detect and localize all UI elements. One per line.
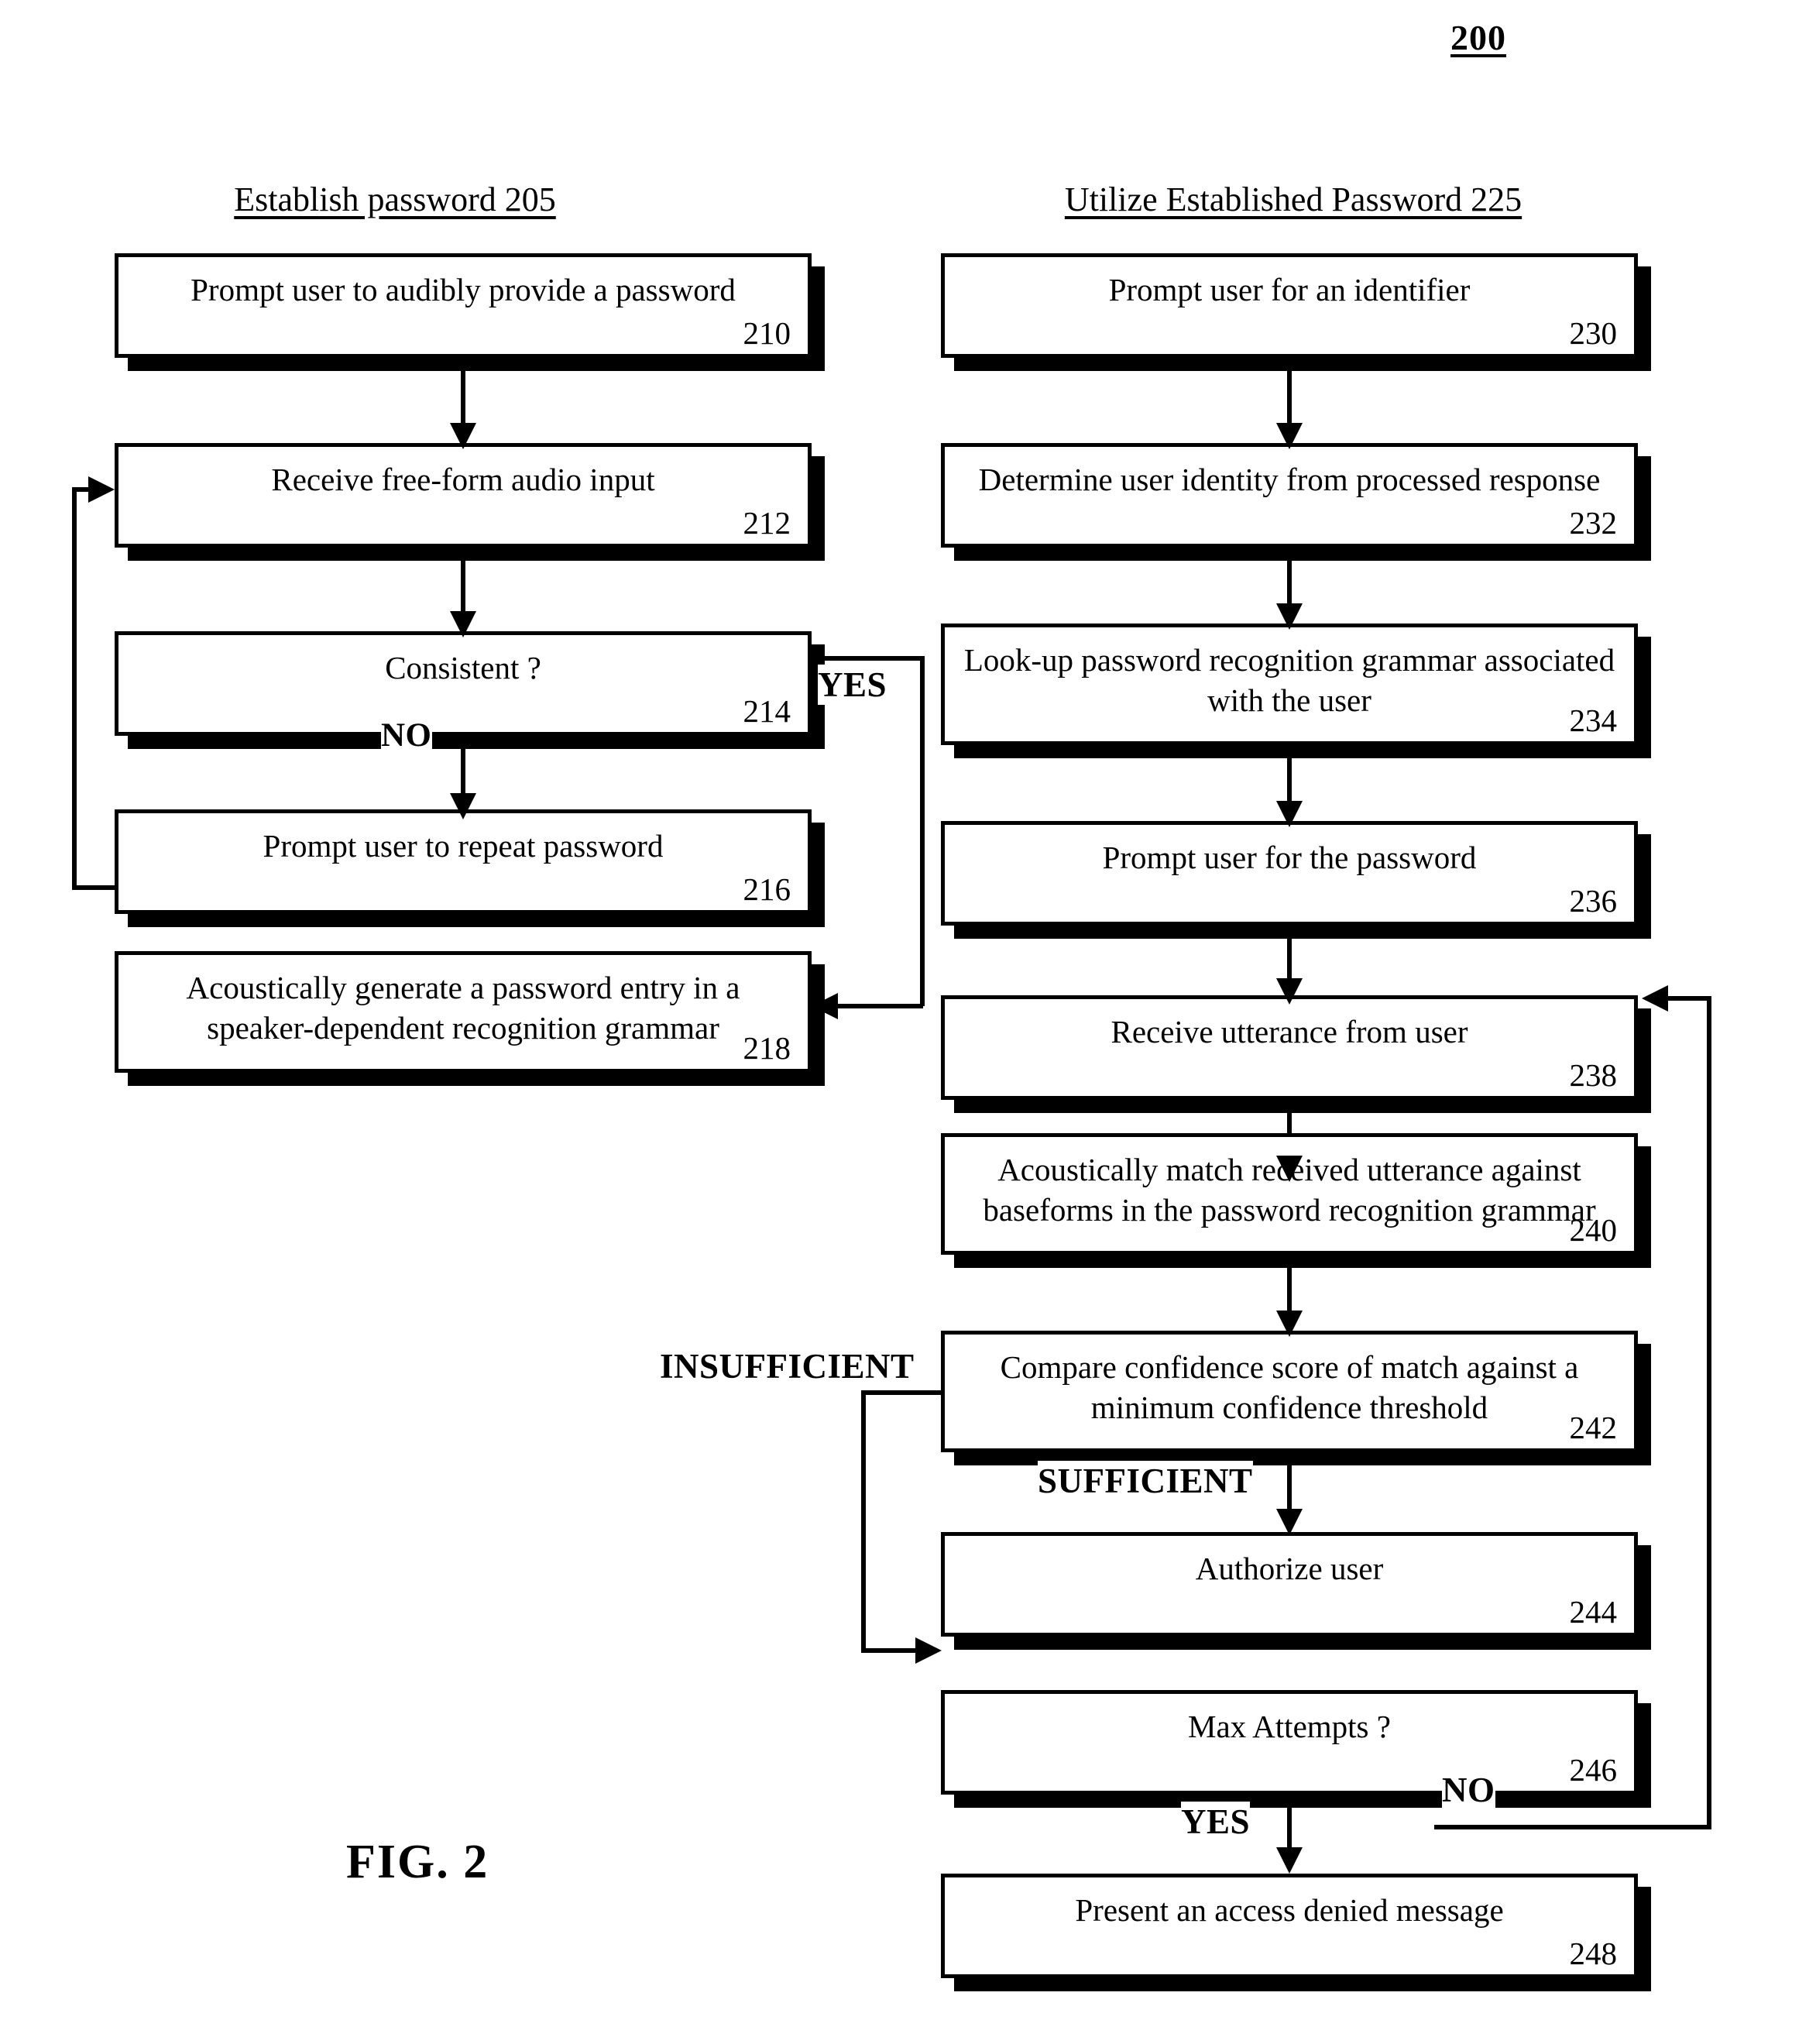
process-node-238: Receive utterance from user 238 (941, 995, 1638, 1100)
connector-242-insufficient-horizontal-bottom (861, 1648, 917, 1653)
connector-216-loop-vertical (72, 487, 77, 890)
node-214-label: Consistent ? (385, 650, 541, 685)
connector-246-no-horizontal-top (1667, 996, 1710, 1001)
process-node-244: Authorize user 244 (941, 1532, 1638, 1637)
branch-label-max-attempts-yes: YES (1181, 1802, 1251, 1842)
connector-212-to-214 (461, 561, 465, 617)
connector-242-insufficient-horizontal-top (861, 1390, 945, 1395)
arrowhead-234-to-236 (1276, 801, 1303, 827)
connector-234-to-236 (1287, 758, 1292, 806)
connector-210-to-212 (461, 371, 465, 428)
node-242-ref: 242 (1569, 1410, 1618, 1445)
node-242-label: Compare confidence score of match agains… (1000, 1349, 1579, 1426)
connector-246-to-248 (1287, 1808, 1292, 1853)
process-node-216: Prompt user to repeat password 216 (115, 809, 812, 914)
connector-214-yes-vertical (920, 656, 925, 1006)
column-title-utilize-established-password: Utilize Established Password 225 (1064, 180, 1522, 218)
arrowhead-230-to-232 (1276, 423, 1303, 449)
decision-node-242: Compare confidence score of match agains… (941, 1331, 1638, 1452)
node-212-label: Receive free-form audio input (271, 462, 655, 497)
node-218-ref: 218 (743, 1030, 791, 1066)
connector-242-to-244 (1287, 1465, 1292, 1515)
node-210-label: Prompt user to audibly provide a passwor… (191, 272, 736, 307)
column-title-establish-password: Establish password 205 (234, 180, 556, 218)
connector-216-loop-bottom (72, 885, 118, 890)
figure-reference-number: 200 (1450, 18, 1506, 57)
node-236-label: Prompt user for the password (1102, 840, 1477, 875)
process-node-234: Look-up password recognition grammar ass… (941, 624, 1638, 745)
node-246-label: Max Attempts ? (1188, 1709, 1391, 1744)
connector-246-no-horizontal-bottom (1434, 1825, 1711, 1829)
arrowhead-214-to-216 (450, 793, 476, 819)
node-216-label: Prompt user to repeat password (263, 828, 664, 864)
process-node-210: Prompt user to audibly provide a passwor… (115, 253, 812, 358)
node-234-label: Look-up password recognition grammar ass… (963, 642, 1615, 719)
arrowhead-238-to-240 (1276, 1156, 1303, 1182)
process-node-230: Prompt user for an identifier 230 (941, 253, 1638, 358)
arrowhead-212-to-214 (450, 611, 476, 637)
connector-214-yes-horizontal-top (812, 656, 925, 661)
arrowhead-236-to-238 (1276, 978, 1303, 1005)
branch-label-confidence-insufficient: INSUFFICIENT (660, 1346, 915, 1386)
node-246-ref: 246 (1569, 1752, 1618, 1788)
node-244-label: Authorize user (1195, 1551, 1384, 1586)
node-214-ref: 214 (743, 693, 791, 729)
node-212-ref: 212 (743, 505, 791, 541)
arrowhead-no-into-238 (1642, 985, 1668, 1012)
connector-214-to-216 (461, 749, 465, 797)
process-node-232: Determine user identity from processed r… (941, 443, 1638, 548)
branch-label-consistent-yes: YES (818, 665, 887, 705)
process-node-240: Acoustically match received utterance ag… (941, 1133, 1638, 1255)
node-238-ref: 238 (1569, 1057, 1618, 1093)
node-236-ref: 236 (1569, 883, 1618, 919)
connector-242-insufficient-vertical (861, 1390, 866, 1652)
connector-240-to-242 (1287, 1268, 1292, 1316)
node-232-label: Determine user identity from processed r… (978, 462, 1601, 497)
node-234-ref: 234 (1569, 703, 1618, 738)
process-node-212: Receive free-form audio input 212 (115, 443, 812, 548)
connector-216-loop-top (72, 487, 89, 492)
branch-label-confidence-sufficient: SUFFICIENT (1038, 1461, 1253, 1501)
node-210-ref: 210 (743, 315, 791, 351)
node-240-ref: 240 (1569, 1212, 1618, 1248)
arrowhead-yes-into-218 (812, 993, 838, 1019)
process-node-236: Prompt user for the password 236 (941, 821, 1638, 926)
connector-214-yes-horizontal-bottom (836, 1004, 923, 1008)
branch-label-max-attempts-no: NO (1442, 1770, 1495, 1810)
figure-caption: FIG. 2 (346, 1836, 489, 1888)
arrowhead-210-to-212 (450, 423, 476, 449)
arrowhead-242-to-244 (1276, 1509, 1303, 1535)
branch-label-consistent-no: NO (381, 716, 432, 754)
connector-232-to-234 (1287, 561, 1292, 609)
node-248-ref: 248 (1569, 1936, 1618, 1971)
process-node-248: Present an access denied message 248 (941, 1874, 1638, 1978)
arrowhead-246-to-248 (1276, 1847, 1303, 1874)
node-244-ref: 244 (1569, 1594, 1618, 1630)
decision-node-214: Consistent ? 214 (115, 631, 812, 736)
patent-figure-2: 200 Establish password 205 Utilize Estab… (0, 0, 1816, 2044)
node-230-label: Prompt user for an identifier (1108, 272, 1471, 307)
arrowhead-loop-into-212 (88, 476, 115, 503)
connector-230-to-232 (1287, 371, 1292, 428)
connector-246-no-vertical (1707, 996, 1711, 1828)
decision-node-246: Max Attempts ? 246 (941, 1690, 1638, 1795)
node-216-ref: 216 (743, 871, 791, 907)
node-248-label: Present an access denied message (1075, 1892, 1504, 1928)
process-node-218: Acoustically generate a password entry i… (115, 951, 812, 1073)
node-238-label: Receive utterance from user (1111, 1014, 1468, 1049)
arrowhead-240-to-242 (1276, 1311, 1303, 1337)
arrowhead-232-to-234 (1276, 603, 1303, 630)
node-230-ref: 230 (1569, 315, 1618, 351)
connector-236-to-238 (1287, 939, 1292, 984)
node-218-label: Acoustically generate a password entry i… (186, 970, 740, 1046)
node-232-ref: 232 (1569, 505, 1618, 541)
arrowhead-insufficient-into-246 (915, 1637, 942, 1664)
